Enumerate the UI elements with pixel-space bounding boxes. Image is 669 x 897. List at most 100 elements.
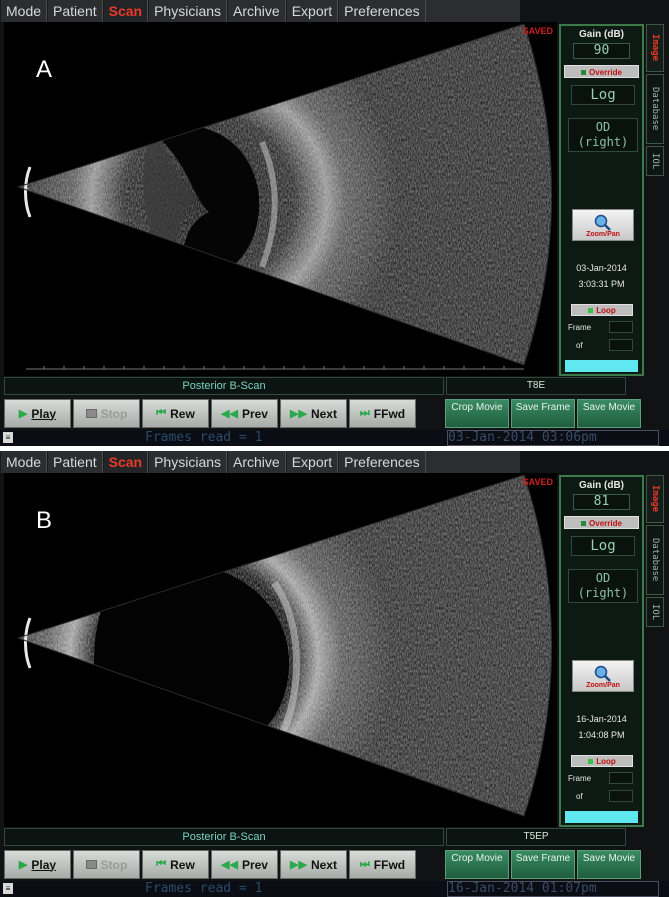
tab-iol[interactable]: IOL [646, 146, 664, 176]
menu-scan[interactable]: Scan [102, 451, 149, 473]
menu-physicians[interactable]: Physicians [148, 0, 228, 22]
loop-label: Loop [596, 757, 616, 766]
progress-bar [565, 811, 638, 823]
of-label: of [576, 792, 583, 801]
stop-icon [85, 860, 97, 869]
menu-mode[interactable]: Mode [0, 451, 48, 473]
menu-patient[interactable]: Patient [47, 451, 103, 473]
menu-physicians[interactable]: Physicians [148, 451, 228, 473]
menu-patient[interactable]: Patient [47, 0, 103, 22]
vertical-tabs: Image Database IOL [646, 24, 664, 176]
play-icon: ▶ [18, 859, 28, 871]
gain-value[interactable]: 90 [573, 43, 630, 59]
menu-bar-filler [520, 0, 669, 22]
save-movie-button[interactable]: Save Movie [577, 850, 641, 879]
stop-label: Stop [100, 857, 128, 872]
save-frame-button[interactable]: Save Frame [511, 850, 575, 879]
eye-side-label: (right) [577, 586, 629, 600]
loop-button[interactable]: Loop [571, 755, 633, 767]
stop-icon [85, 409, 97, 418]
save-frame-button[interactable]: Save Frame [511, 399, 575, 428]
rewind-button[interactable]: ⏮ Rew [142, 850, 209, 879]
scan-type-label: Posterior B-Scan [4, 377, 444, 395]
playback-controls: ▶ Play Stop ⏮ Rew ◀◀ Prev ▶▶ Next ⏭ FFwd [4, 850, 416, 879]
next-button[interactable]: ▶▶ Next [280, 850, 347, 879]
gain-mode-field[interactable]: Log [571, 536, 635, 556]
stop-button[interactable]: Stop [73, 399, 140, 428]
frame-field[interactable] [609, 772, 633, 784]
fast-forward-button[interactable]: ⏭ FFwd [349, 399, 416, 428]
scan-date: 16-Jan-2014 [576, 714, 627, 724]
eye-selector[interactable]: OD (right) [568, 118, 638, 152]
of-label: of [576, 341, 583, 350]
loop-label: Loop [596, 306, 616, 315]
scan-type-label: Posterior B-Scan [4, 828, 444, 846]
menu-archive[interactable]: Archive [227, 0, 286, 22]
scan-time: 1:04:08 PM [578, 730, 625, 740]
tab-database[interactable]: Database [646, 74, 664, 144]
next-icon: ▶▶ [290, 859, 307, 871]
override-led-icon [581, 70, 587, 76]
play-label: Play [31, 406, 57, 421]
gain-mode-field[interactable]: Log [571, 85, 635, 105]
fast-forward-label: FFwd [373, 857, 406, 872]
rewind-icon: ⏮ [156, 858, 167, 870]
panel-label: B [36, 507, 53, 534]
menu-preferences[interactable]: Preferences [338, 0, 426, 22]
rewind-button[interactable]: ⏮ Rew [142, 399, 209, 428]
crop-movie-button[interactable]: Crop Movie [445, 399, 509, 428]
crop-movie-button[interactable]: Crop Movie [445, 850, 509, 879]
b-scan-fan-svg [16, 474, 553, 817]
override-button[interactable]: Override [564, 65, 639, 78]
frame-label: Frame [568, 774, 592, 783]
frame-total-field [609, 790, 633, 802]
menu-scan[interactable]: Scan [102, 0, 149, 22]
tab-image[interactable]: Image [646, 24, 664, 72]
tab-image[interactable]: Image [646, 475, 664, 523]
b-scan-fan-svg [16, 23, 553, 370]
menu-bar: Mode Patient Scan Physicians Archive Exp… [0, 451, 520, 473]
tab-iol[interactable]: IOL [646, 597, 664, 627]
prev-icon: ◀◀ [221, 859, 238, 871]
probe-label: T5EP [446, 828, 626, 846]
status-footer: ≡ Frames read = 1 16-Jan-2014 01:07pm [0, 881, 669, 897]
eye-selector[interactable]: OD (right) [568, 569, 638, 603]
document-icon: ≡ [3, 432, 13, 443]
fast-forward-button[interactable]: ⏭ FFwd [349, 850, 416, 879]
prev-button[interactable]: ◀◀ Prev [211, 399, 278, 428]
frame-field[interactable] [609, 321, 633, 333]
zoom-pan-button[interactable]: Zoom/Pan [572, 660, 634, 692]
save-movie-button[interactable]: Save Movie [577, 399, 641, 428]
stop-button[interactable]: Stop [73, 850, 140, 879]
menu-archive[interactable]: Archive [227, 451, 286, 473]
menu-preferences[interactable]: Preferences [338, 451, 426, 473]
panel-label: A [36, 56, 53, 83]
scan-time: 3:03:31 PM [578, 279, 625, 289]
tab-database[interactable]: Database [646, 525, 664, 595]
gain-value[interactable]: 81 [573, 494, 630, 510]
loop-led-icon [588, 759, 594, 765]
play-button[interactable]: ▶ Play [4, 850, 71, 879]
menu-export[interactable]: Export [285, 0, 339, 22]
menu-export[interactable]: Export [285, 451, 339, 473]
b-scan-image[interactable]: A SAVED [4, 22, 557, 376]
frames-read: Frames read = 1 [145, 881, 263, 896]
next-button[interactable]: ▶▶ Next [280, 399, 347, 428]
fast-forward-icon: ⏭ [359, 858, 370, 870]
magnifier-icon [594, 214, 611, 231]
zoom-pan-button[interactable]: Zoom/Pan [572, 209, 634, 241]
play-button[interactable]: ▶ Play [4, 399, 71, 428]
eye-label: OD [595, 120, 611, 134]
settings-sidebar: Gain (dB) 90 Override Log OD (right) Zoo… [559, 24, 644, 376]
menu-mode[interactable]: Mode [0, 0, 48, 22]
override-button[interactable]: Override [564, 516, 639, 529]
eye-side-label: (right) [577, 135, 629, 149]
loop-button[interactable]: Loop [571, 304, 633, 316]
prev-button[interactable]: ◀◀ Prev [211, 850, 278, 879]
movie-actions: Crop Movie Save Frame Save Movie [445, 850, 641, 879]
vertical-tabs: Image Database IOL [646, 475, 664, 627]
next-label: Next [310, 857, 337, 872]
frame-label: Frame [568, 323, 592, 332]
b-scan-image[interactable]: B SAVED [4, 473, 557, 827]
next-label: Next [310, 406, 337, 421]
